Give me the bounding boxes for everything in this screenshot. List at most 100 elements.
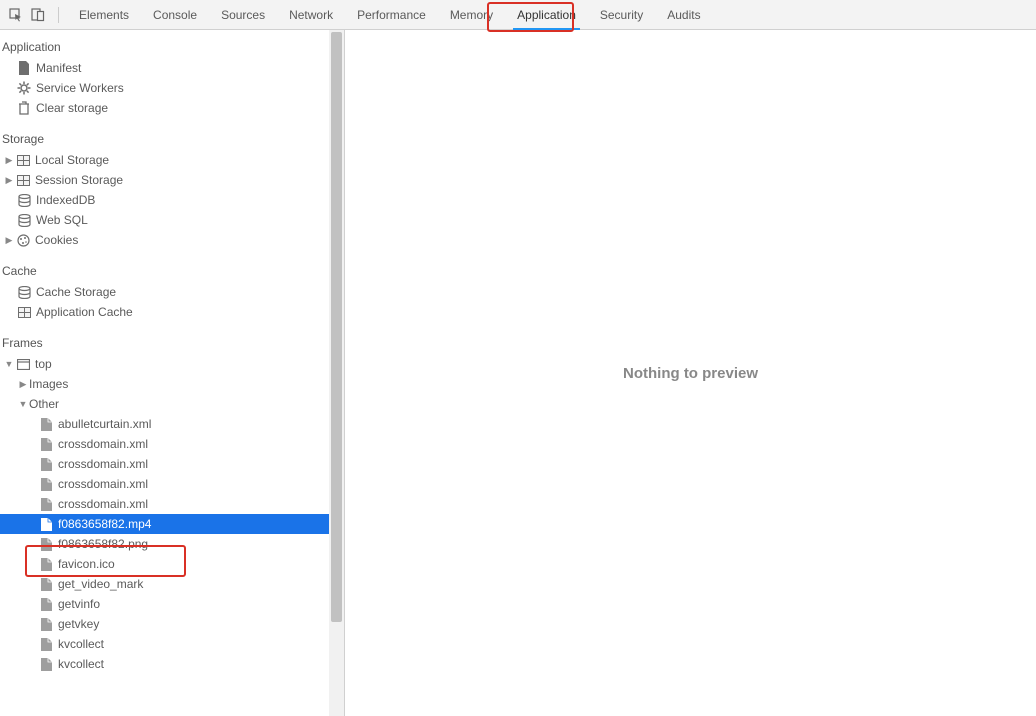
file-item[interactable]: crossdomain.xml [0,434,330,454]
folder-images[interactable]: ▶ Images [0,374,330,394]
file-label: crossdomain.xml [58,497,148,511]
file-icon [38,436,54,452]
inspect-icon[interactable] [6,5,26,25]
file-label: f0863658f82.png [58,537,148,551]
file-label: crossdomain.xml [58,437,148,451]
file-label: crossdomain.xml [58,457,148,471]
frame-top[interactable]: ▼ top [0,354,330,374]
file-icon [38,656,54,672]
file-label: crossdomain.xml [58,477,148,491]
file-item[interactable]: kvcollect [0,654,330,674]
item-label: Service Workers [36,81,124,95]
device-icon[interactable] [28,5,48,25]
caret-down-icon: ▼ [18,399,28,409]
tabbar-divider [58,7,59,23]
file-icon [38,556,54,572]
file-item[interactable]: getvinfo [0,594,330,614]
preview-panel: Nothing to preview [345,30,1036,716]
file-item[interactable]: get_video_mark [0,574,330,594]
file-item[interactable]: favicon.ico [0,554,330,574]
tab-sources[interactable]: Sources [209,0,277,30]
gear-icon [16,80,32,96]
item-label: Local Storage [35,153,109,167]
caret-right-icon: ▶ [4,235,14,246]
database-icon [16,284,32,300]
item-service-workers[interactable]: Service Workers [0,78,330,98]
file-label: kvcollect [58,637,104,651]
tab-network[interactable]: Network [277,0,345,30]
file-item[interactable]: f0863658f82.png [0,534,330,554]
sidebar: Application Manifest Service Workers Cle… [0,30,345,716]
empty-preview-message: Nothing to preview [623,365,758,382]
file-icon [38,576,54,592]
file-icon [38,636,54,652]
document-icon [16,60,32,76]
item-label: Application Cache [36,305,133,319]
item-manifest[interactable]: Manifest [0,58,330,78]
item-label: Web SQL [36,213,88,227]
item-label: Manifest [36,61,81,75]
file-label: kvcollect [58,657,104,671]
sidebar-scrollbar[interactable] [329,30,344,716]
database-icon [16,212,32,228]
file-label: get_video_mark [58,577,143,591]
file-icon [38,536,54,552]
item-application-cache[interactable]: Application Cache [0,302,330,322]
file-item[interactable]: kvcollect [0,634,330,654]
cookie-icon [15,232,31,248]
item-label: top [35,357,52,371]
section-application: Application [0,36,330,58]
sidebar-scroll[interactable]: Application Manifest Service Workers Cle… [0,30,330,716]
section-frames: Frames [0,332,330,354]
table-icon [15,152,31,168]
file-icon [38,516,54,532]
file-item[interactable]: crossdomain.xml [0,454,330,474]
tab-console[interactable]: Console [141,0,209,30]
database-icon [16,192,32,208]
file-icon [38,596,54,612]
file-label: getvkey [58,617,99,631]
item-session-storage[interactable]: ▶ Session Storage [0,170,330,190]
item-label: Other [29,397,59,411]
file-icon [38,476,54,492]
devtools-tabbar: Elements Console Sources Network Perform… [0,0,1036,30]
file-icon [38,496,54,512]
tab-elements[interactable]: Elements [67,0,141,30]
main-panel: Application Manifest Service Workers Cle… [0,30,1036,716]
folder-other[interactable]: ▼ Other [0,394,330,414]
section-cache: Cache [0,260,330,282]
item-label: Images [29,377,68,391]
file-item[interactable]: crossdomain.xml [0,474,330,494]
item-label: Clear storage [36,101,108,115]
caret-right-icon: ▶ [18,379,28,390]
tab-security[interactable]: Security [588,0,655,30]
item-label: IndexedDB [36,193,95,207]
file-item[interactable]: getvkey [0,614,330,634]
file-item[interactable]: crossdomain.xml [0,494,330,514]
file-label: abulletcurtain.xml [58,417,151,431]
file-label: getvinfo [58,597,100,611]
caret-right-icon: ▶ [4,155,14,166]
file-icon [38,416,54,432]
scrollbar-thumb[interactable] [331,32,342,622]
item-websql[interactable]: Web SQL [0,210,330,230]
item-label: Session Storage [35,173,123,187]
section-storage: Storage [0,128,330,150]
item-local-storage[interactable]: ▶ Local Storage [0,150,330,170]
caret-down-icon: ▼ [4,359,14,369]
item-label: Cache Storage [36,285,116,299]
item-clear-storage[interactable]: Clear storage [0,98,330,118]
tab-audits[interactable]: Audits [655,0,712,30]
item-cookies[interactable]: ▶ Cookies [0,230,330,250]
file-label: favicon.ico [58,557,115,571]
item-cache-storage[interactable]: Cache Storage [0,282,330,302]
tab-memory[interactable]: Memory [438,0,505,30]
tab-application[interactable]: Application [505,0,588,30]
caret-right-icon: ▶ [4,175,14,186]
item-indexeddb[interactable]: IndexedDB [0,190,330,210]
file-item[interactable]: abulletcurtain.xml [0,414,330,434]
trash-icon [16,100,32,116]
item-label: Cookies [35,233,78,247]
tab-performance[interactable]: Performance [345,0,438,30]
file-item-selected[interactable]: f0863658f82.mp4 [0,514,330,534]
